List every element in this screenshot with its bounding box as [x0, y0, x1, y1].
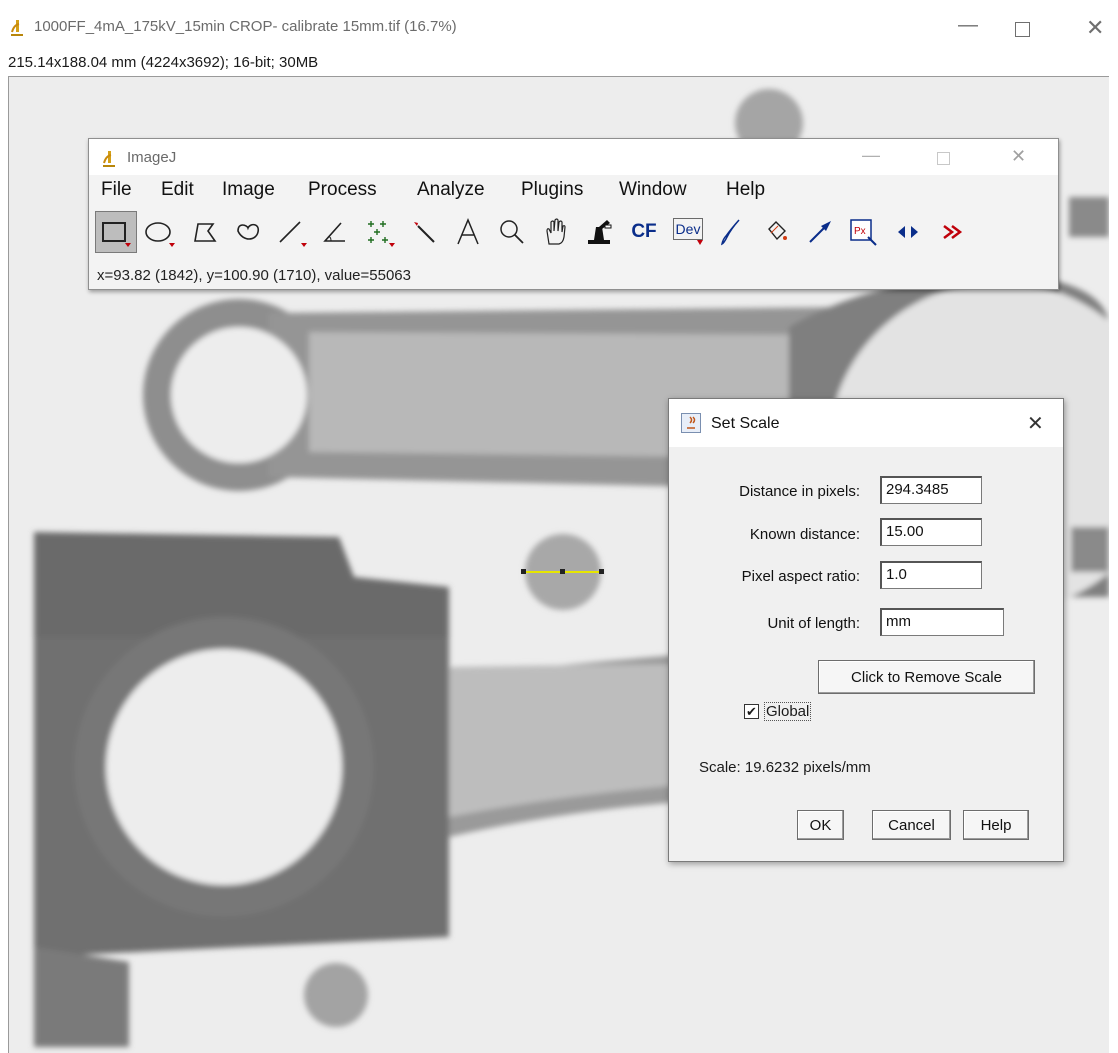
dev-label: Dev	[672, 218, 704, 240]
imagej-titlebar: ImageJ — ✕	[89, 139, 1058, 175]
polygon-tool[interactable]	[183, 211, 225, 253]
set-scale-dialog: Set Scale ✕ Distance in pixels: 294.3485…	[668, 398, 1064, 862]
remove-scale-button[interactable]: Click to Remove Scale	[818, 660, 1035, 694]
maximize-button[interactable]	[1015, 22, 1030, 37]
freehand-tool[interactable]	[227, 211, 269, 253]
distance-label: Distance in pixels:	[739, 483, 860, 500]
minimize-button[interactable]: —	[958, 14, 978, 37]
menu-help[interactable]: Help	[726, 179, 765, 201]
magnifier-tool[interactable]	[491, 211, 533, 253]
menu-edit[interactable]: Edit	[161, 179, 194, 201]
menu-file[interactable]: File	[101, 179, 132, 201]
wand-icon	[414, 222, 435, 243]
check-icon: ✔	[746, 704, 757, 719]
double-chevron-right-icon	[943, 225, 963, 239]
imagej-maximize-button[interactable]	[937, 152, 950, 165]
imagej-microscope-icon	[11, 20, 23, 36]
arrow-tool[interactable]	[799, 211, 841, 253]
swap-arrows-icon	[898, 226, 918, 238]
dialog-close-button[interactable]: ✕	[1027, 411, 1044, 436]
menu-image[interactable]: Image	[222, 179, 275, 201]
status-bar: x=93.82 (1842), y=100.90 (1710), value=5…	[97, 267, 411, 284]
pixel-inspector-icon: Px	[850, 219, 877, 246]
cancel-button[interactable]: Cancel	[872, 810, 951, 840]
text-tool[interactable]	[447, 211, 489, 253]
scale-readout: Scale: 19.6232 pixels/mm	[699, 759, 871, 776]
arrow-icon	[809, 221, 831, 243]
rectangle-icon	[102, 222, 131, 247]
ok-button[interactable]: OK	[797, 810, 844, 840]
dropper-icon	[588, 220, 612, 244]
menu-process[interactable]: Process	[308, 179, 377, 201]
color-picker-tool[interactable]	[579, 211, 621, 253]
dialog-titlebar: Set Scale ✕	[669, 399, 1063, 447]
menu-analyze[interactable]: Analyze	[417, 179, 485, 201]
brush-tool[interactable]	[711, 211, 753, 253]
dev-tool[interactable]: Dev	[667, 211, 709, 253]
imagej-toolbar-window: ImageJ — ✕ File Edit Image Process Analy…	[88, 138, 1059, 290]
window-title: 1000FF_4mA_175kV_15min CROP- calibrate 1…	[34, 18, 457, 35]
angle-tool[interactable]	[315, 211, 357, 253]
wand-tool[interactable]	[403, 211, 445, 253]
flood-fill-tool[interactable]	[755, 211, 797, 253]
cf-label: CF	[631, 221, 657, 242]
image-info: 215.14x188.04 mm (4224x3692); 16-bit; 30…	[8, 54, 319, 71]
java-icon	[681, 413, 701, 433]
brush-icon	[720, 219, 740, 246]
fill-icon	[768, 221, 787, 241]
multipoint-icon	[368, 221, 395, 247]
menu-window[interactable]: Window	[619, 179, 687, 201]
global-checkbox[interactable]: ✔	[744, 704, 759, 719]
px-label: Px	[854, 226, 866, 237]
menu-plugins[interactable]: Plugins	[521, 179, 583, 201]
imagej-close-button[interactable]: ✕	[1011, 146, 1026, 167]
oval-icon	[145, 222, 175, 247]
stack-swapper-tool[interactable]	[887, 211, 929, 253]
line-icon	[279, 221, 307, 247]
distance-field[interactable]: 294.3485	[880, 476, 982, 504]
line-tool[interactable]	[271, 211, 313, 253]
unit-label: Unit of length:	[767, 615, 860, 632]
aspect-ratio-label: Pixel aspect ratio:	[741, 568, 860, 585]
known-distance-field[interactable]: 15.00	[880, 518, 982, 546]
polygon-icon	[194, 223, 217, 242]
dialog-title: Set Scale	[711, 415, 780, 432]
text-icon	[457, 218, 479, 245]
freehand-icon	[237, 223, 260, 240]
multipoint-tool[interactable]	[359, 211, 401, 253]
close-button[interactable]: ✕	[1086, 15, 1104, 41]
imagej-minimize-button[interactable]: —	[862, 145, 880, 166]
scroll-tool[interactable]	[535, 211, 577, 253]
help-button[interactable]: Help	[963, 810, 1029, 840]
imagej-title: ImageJ	[127, 149, 177, 166]
menubar: File Edit Image Process Analyze Plugins …	[89, 175, 1058, 205]
pixel-inspector-tool[interactable]: Px	[843, 211, 885, 253]
hand-icon	[546, 218, 566, 245]
oval-tool[interactable]	[139, 211, 181, 253]
magnifier-icon	[500, 220, 524, 244]
aspect-ratio-field[interactable]: 1.0	[880, 561, 982, 589]
dev-dropdown-icon	[697, 240, 703, 245]
cf-tool[interactable]: CF	[623, 211, 665, 253]
imagej-icon	[103, 151, 115, 167]
unit-field[interactable]: mm	[880, 608, 1004, 636]
more-tools-button[interactable]	[931, 211, 973, 253]
angle-icon	[323, 222, 345, 242]
known-distance-label: Known distance:	[749, 526, 860, 543]
global-label: Global	[764, 702, 812, 721]
rectangle-tool[interactable]	[95, 211, 137, 253]
